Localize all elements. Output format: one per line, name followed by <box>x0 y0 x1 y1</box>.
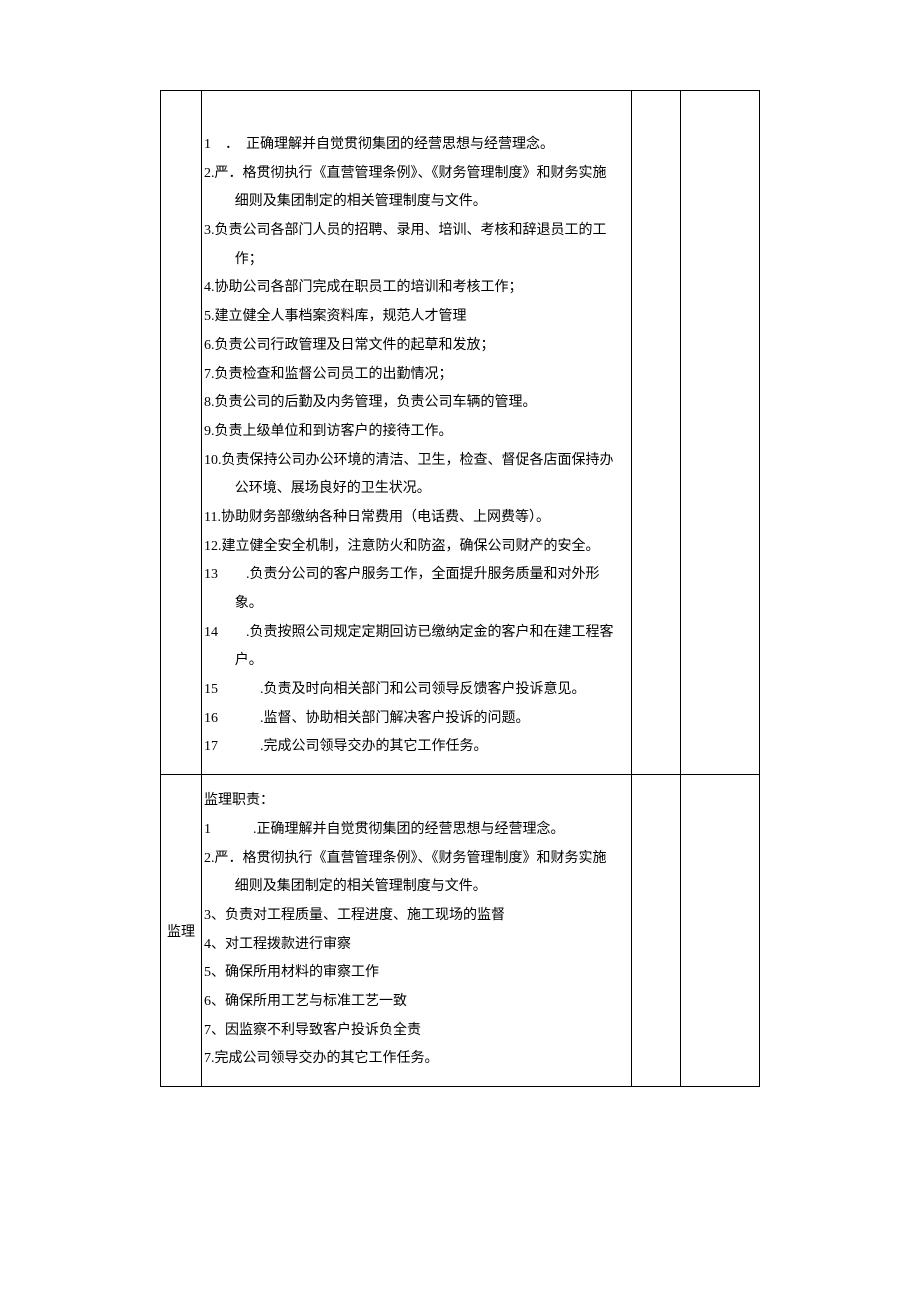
content-line: 11.协助财务部缴纳各种日常费用（电话费、上网费等）。 <box>204 504 627 533</box>
content-line: 3.负责公司各部门人员的招聘、录用、培训、考核和辞退员工的工 <box>204 217 627 246</box>
role-cell: 监理 <box>161 775 202 1087</box>
content-line: 户。 <box>204 647 263 676</box>
content-line: 1 .正确理解并自觉贯彻集团的经营思想与经营理念。 <box>204 816 627 845</box>
content-line: 3、负责对工程质量、工程进度、施工现场的监督 <box>204 902 627 931</box>
content-line: 13 .负责分公司的客户服务工作，全面提升服务质量和对外形 <box>204 561 627 590</box>
content-line: 1 ． 正确理解并自觉贯彻集团的经营思想与经营理念。 <box>204 131 627 160</box>
content-line: 5.建立健全人事档案资料库，规范人才管理 <box>204 303 627 332</box>
blank-cell <box>632 91 681 775</box>
content-line: 监理职责： <box>204 787 627 816</box>
content-line: 9.负责上级单位和到访客户的接待工作。 <box>204 418 627 447</box>
content-cell: 监理职责：1 .正确理解并自觉贯彻集团的经营思想与经营理念。2.严．格贯彻执行《… <box>202 775 632 1087</box>
content-line: 公环境、展场良好的卫生状况。 <box>204 475 431 504</box>
blank-cell <box>681 775 760 1087</box>
duties-table: 1 ． 正确理解并自觉贯彻集团的经营思想与经营理念。2.严．格贯彻执行《直营管理… <box>160 90 760 1087</box>
blank-cell <box>632 775 681 1087</box>
content-line: 2.严．格贯彻执行《直营管理条例》、《财务管理制度》和财务实施 <box>204 160 627 189</box>
role-cell <box>161 91 202 775</box>
content-line: 细则及集团制定的相关管理制度与文件。 <box>204 873 487 902</box>
content-line: 7.负责检查和监督公司员工的出勤情况； <box>204 361 627 390</box>
content-line: 4.协助公司各部门完成在职员工的培训和考核工作； <box>204 274 627 303</box>
content-line: 8.负责公司的后勤及内务管理，负责公司车辆的管理。 <box>204 389 627 418</box>
content-line: 6、确保所用工艺与标准工艺一致 <box>204 988 627 1017</box>
content-line: 6.负责公司行政管理及日常文件的起草和发放； <box>204 332 627 361</box>
blank-cell <box>681 91 760 775</box>
table-row: 监理监理职责：1 .正确理解并自觉贯彻集团的经营思想与经营理念。2.严．格贯彻执… <box>161 775 760 1087</box>
content-line <box>204 103 627 131</box>
content-line: 17 .完成公司领导交办的其它工作任务。 <box>204 733 627 762</box>
content-line: 16 .监督、协助相关部门解决客户投诉的问题。 <box>204 705 627 734</box>
document-page: 1 ． 正确理解并自觉贯彻集团的经营思想与经营理念。2.严．格贯彻执行《直营管理… <box>0 0 920 1087</box>
content-line: 7.完成公司领导交办的其它工作任务。 <box>204 1045 627 1074</box>
table-row: 1 ． 正确理解并自觉贯彻集团的经营思想与经营理念。2.严．格贯彻执行《直营管理… <box>161 91 760 775</box>
content-line: 5、确保所用材料的审察工作 <box>204 959 627 988</box>
content-line: 2.严．格贯彻执行《直营管理条例》、《财务管理制度》和财务实施 <box>204 845 627 874</box>
content-line: 4、对工程拨款进行审察 <box>204 931 627 960</box>
content-line: 细则及集团制定的相关管理制度与文件。 <box>204 188 487 217</box>
content-line: 14 .负责按照公司规定定期回访已缴纳定金的客户和在建工程客 <box>204 619 627 648</box>
content-line: 12.建立健全安全机制，注意防火和防盗，确保公司财产的安全。 <box>204 533 627 562</box>
content-cell: 1 ． 正确理解并自觉贯彻集团的经营思想与经营理念。2.严．格贯彻执行《直营管理… <box>202 91 632 775</box>
content-line: 15 .负责及时向相关部门和公司领导反馈客户投诉意见。 <box>204 676 627 705</box>
content-line: 作； <box>204 246 263 275</box>
content-line: 7、因监察不利导致客户投诉负全责 <box>204 1017 627 1046</box>
content-line: 象。 <box>204 590 263 619</box>
content-line: 10.负责保持公司办公环境的清洁、卫生，检查、督促各店面保持办 <box>204 447 627 476</box>
